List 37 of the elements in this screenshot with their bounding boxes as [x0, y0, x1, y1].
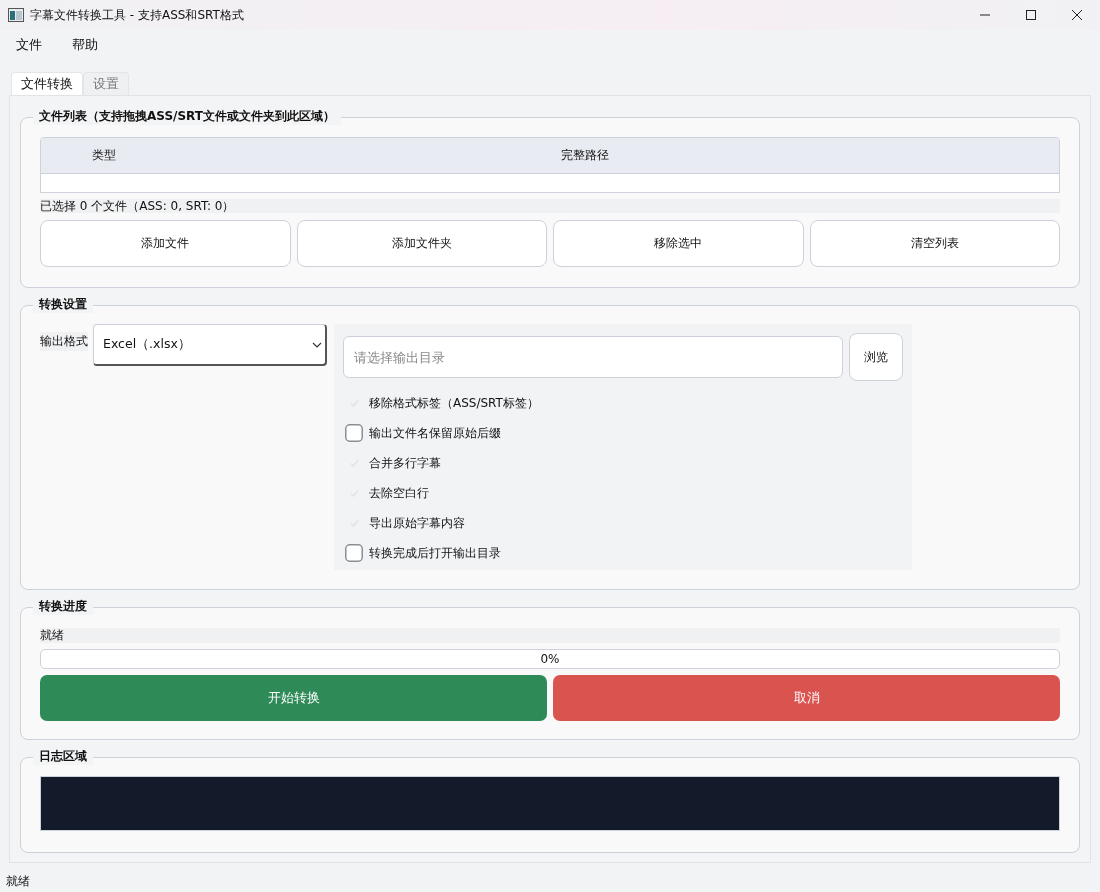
progress-text: 0% — [540, 652, 560, 666]
status-text: 就绪 — [5, 873, 31, 890]
action-button[interactable]: 清空列表 — [809, 220, 1060, 267]
selection-summary: 已选择 0 个文件（ASS: 0, SRT: 0） — [40, 199, 1060, 213]
group-title: 转换进度 — [33, 598, 93, 615]
option-label[interactable]: 导出原始字幕内容 — [369, 514, 465, 532]
start-button[interactable]: 开始转换 — [40, 675, 547, 721]
option-label[interactable]: 输出文件名保留原始后缀 — [369, 424, 501, 442]
output-directory-field[interactable]: 请选择输出目录 — [343, 336, 843, 378]
checkbox[interactable] — [345, 544, 363, 562]
format-label: 输出格式 — [40, 332, 88, 351]
option-label[interactable]: 转换完成后打开输出目录 — [369, 544, 501, 562]
action-button[interactable]: 移除选中 — [553, 220, 804, 267]
action-button[interactable]: 添加文件 — [40, 220, 291, 267]
column-header[interactable]: 类型 — [41, 147, 141, 164]
group-title: 转换设置 — [33, 296, 93, 313]
tab[interactable]: 设置 — [83, 72, 129, 95]
option-label[interactable]: 合并多行字幕 — [369, 454, 441, 472]
group-title: 日志区域 — [33, 748, 93, 765]
menu-item[interactable]: 帮助 — [72, 34, 98, 56]
column-header[interactable]: 完整路径 — [141, 147, 1059, 164]
group-title: 文件列表（支持拖拽ASS/SRT文件或文件夹到此区域） — [33, 108, 341, 125]
option-label[interactable]: 去除空白行 — [369, 484, 429, 502]
menu-item[interactable]: 文件 — [16, 34, 42, 56]
option-label[interactable]: 移除格式标签（ASS/SRT标签） — [369, 394, 539, 412]
maximize-icon — [1025, 9, 1037, 21]
cancel-button[interactable]: 取消 — [553, 675, 1060, 721]
app-icon — [8, 8, 24, 22]
progress-status: 就绪 — [40, 628, 1060, 643]
window-title: 字幕文件转换工具 - 支持ASS和SRT格式 — [30, 6, 244, 24]
browse-button[interactable]: 浏览 — [849, 333, 903, 381]
checkbox[interactable] — [345, 424, 363, 442]
tab[interactable]: 文件转换 — [11, 72, 83, 95]
close-icon — [1071, 9, 1083, 21]
chevron-down-icon — [312, 341, 322, 348]
format-dropdown[interactable]: Excel（.xlsx） — [93, 324, 327, 366]
action-button[interactable]: 添加文件夹 — [296, 220, 547, 267]
